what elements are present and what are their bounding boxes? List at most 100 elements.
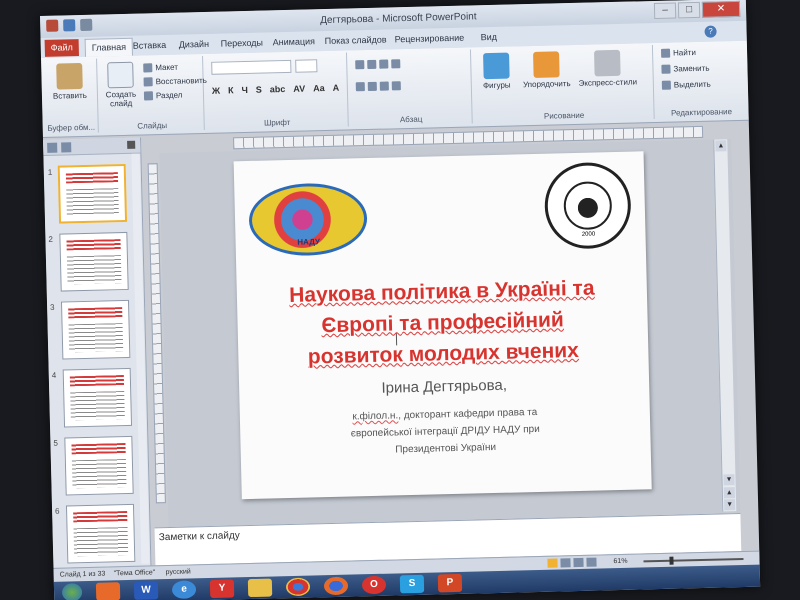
font-name-box[interactable] bbox=[211, 59, 292, 75]
tab-design[interactable]: Дизайн bbox=[179, 39, 210, 50]
shapes-button[interactable]: Фигуры bbox=[477, 52, 516, 90]
font-format-row: Ж К Ч S abc AV Aa A bbox=[212, 83, 340, 96]
reading-view-icon[interactable] bbox=[573, 557, 584, 568]
save-icon[interactable] bbox=[63, 19, 76, 32]
maximize-button[interactable]: □ bbox=[677, 1, 701, 19]
tab-file[interactable]: Файл bbox=[44, 39, 79, 57]
slide-thumbnail[interactable]: 2 bbox=[48, 231, 129, 292]
new-slide-button[interactable]: Создать слайд bbox=[101, 61, 140, 109]
new-slide-label: Создать слайд bbox=[105, 89, 137, 109]
yandex-icon[interactable]: Y bbox=[209, 579, 235, 599]
tab-review[interactable]: Рецензирование bbox=[395, 33, 465, 45]
zoom-level[interactable]: 61% bbox=[613, 558, 627, 565]
tab-animation[interactable]: Анимация bbox=[273, 36, 315, 47]
italic-button[interactable]: К bbox=[228, 85, 234, 95]
minimize-button[interactable]: – bbox=[653, 2, 677, 19]
close-panel-icon[interactable] bbox=[127, 140, 136, 149]
arrange-label: Упорядочить bbox=[522, 79, 571, 90]
new-slide-icon bbox=[107, 61, 134, 89]
select-icon bbox=[661, 80, 671, 90]
media-player-icon[interactable] bbox=[95, 582, 121, 600]
prev-slide-icon[interactable]: ▲ bbox=[723, 487, 735, 499]
group-label-editing: Редактирование bbox=[670, 107, 733, 118]
window-controls: – □ ✕ bbox=[653, 0, 741, 19]
word-icon[interactable]: W bbox=[133, 581, 159, 600]
font-color-button[interactable]: A bbox=[333, 83, 340, 93]
section-label: Раздел bbox=[155, 90, 183, 101]
ie-icon[interactable]: e bbox=[171, 580, 197, 599]
firefox-icon[interactable] bbox=[323, 576, 349, 596]
shadow-button[interactable]: S bbox=[256, 85, 262, 95]
tab-insert[interactable]: Вставка bbox=[133, 40, 167, 51]
slide-title[interactable]: Наукова політика в Україні та Європі та … bbox=[257, 272, 629, 374]
powerpoint-icon[interactable]: P bbox=[437, 573, 463, 593]
slide-author[interactable]: Ірина Дегтярьова, bbox=[239, 373, 649, 400]
opera-icon[interactable]: O bbox=[361, 575, 387, 595]
nadu-logo: НАДУ bbox=[248, 182, 368, 257]
undo-icon[interactable] bbox=[80, 18, 93, 32]
arrange-button[interactable]: Упорядочить bbox=[519, 51, 574, 89]
next-slide-icon[interactable]: ▼ bbox=[724, 499, 736, 511]
slide-thumbnail[interactable]: 5 bbox=[53, 435, 134, 496]
quick-styles-icon bbox=[594, 49, 621, 77]
bold-button[interactable]: Ж bbox=[212, 86, 220, 96]
bullets-button[interactable] bbox=[355, 59, 401, 70]
zoom-slider[interactable] bbox=[643, 556, 744, 565]
chrome-icon[interactable] bbox=[285, 577, 311, 597]
tab-home[interactable]: Главная bbox=[84, 37, 134, 57]
tab-view[interactable]: Вид bbox=[481, 32, 498, 42]
thumbnails-scrollbar[interactable] bbox=[131, 153, 150, 564]
seal-emblem bbox=[563, 181, 613, 231]
bullets-icon bbox=[355, 60, 365, 70]
current-slide[interactable]: НАДУ 2000 Наукова політика в Україні та … bbox=[233, 151, 652, 500]
quick-styles-button[interactable]: Экспресс-стили bbox=[577, 49, 638, 88]
explorer-icon[interactable] bbox=[247, 578, 273, 598]
binoculars-icon bbox=[660, 48, 671, 58]
quick-access-toolbar bbox=[46, 18, 93, 32]
strikethrough-button[interactable]: abc bbox=[270, 84, 286, 94]
help-icon[interactable]: ? bbox=[704, 25, 717, 38]
tab-transitions[interactable]: Переходы bbox=[221, 38, 263, 49]
replace-icon bbox=[661, 64, 671, 74]
slide-thumbnail[interactable]: 1 bbox=[48, 163, 128, 224]
reset-button[interactable]: Восстановить bbox=[143, 76, 207, 87]
replace-button[interactable]: Заменить bbox=[661, 64, 710, 74]
paste-button[interactable]: Вставить bbox=[49, 62, 90, 101]
slideshow-view-icon[interactable] bbox=[586, 557, 597, 567]
language-indicator[interactable]: русский bbox=[166, 568, 191, 576]
skype-icon[interactable]: S bbox=[399, 574, 425, 594]
select-label: Выделить bbox=[673, 79, 711, 90]
section-button[interactable]: Раздел bbox=[143, 90, 183, 101]
slide-thumbnail[interactable]: 4 bbox=[52, 367, 133, 428]
align-right-icon bbox=[379, 81, 389, 91]
scroll-up-icon[interactable]: ▲ bbox=[715, 140, 727, 152]
case-button[interactable]: Aa bbox=[313, 83, 325, 93]
sorter-view-icon[interactable] bbox=[560, 558, 571, 568]
zoom-slider-thumb[interactable] bbox=[669, 556, 674, 565]
align-buttons[interactable] bbox=[355, 81, 401, 92]
close-button[interactable]: ✕ bbox=[701, 0, 741, 18]
line-spacing-icon bbox=[391, 59, 401, 69]
group-label-font: Шрифт bbox=[263, 117, 291, 128]
slide-subtitle[interactable]: к.філол.н., докторант кафедри права та є… bbox=[280, 402, 611, 461]
start-button[interactable] bbox=[61, 583, 83, 600]
thumbnail-number: 6 bbox=[54, 506, 60, 516]
arrange-icon bbox=[533, 51, 560, 78]
slides-tab-icon[interactable] bbox=[47, 142, 58, 153]
font-size-box[interactable] bbox=[295, 59, 318, 73]
group-paragraph: Абзац bbox=[348, 49, 473, 127]
council-seal-logo: 2000 bbox=[543, 161, 632, 250]
slide-thumbnail[interactable]: 3 bbox=[50, 299, 131, 360]
powerpoint-app-icon[interactable] bbox=[46, 19, 59, 32]
layout-button[interactable]: Макет bbox=[143, 63, 178, 73]
scroll-down-icon[interactable]: ▼ bbox=[723, 474, 735, 486]
tab-slideshow[interactable]: Показ слайдов bbox=[325, 35, 387, 47]
underline-button[interactable]: Ч bbox=[241, 85, 248, 95]
outline-tab-icon[interactable] bbox=[61, 142, 72, 153]
group-label-drawing: Рисование bbox=[543, 110, 585, 121]
slide-thumbnail[interactable]: 6 bbox=[55, 503, 136, 564]
normal-view-icon[interactable] bbox=[547, 558, 558, 568]
spacing-button[interactable]: AV bbox=[293, 84, 305, 94]
find-button[interactable]: Найти bbox=[660, 48, 696, 58]
select-button[interactable]: Выделить bbox=[661, 79, 711, 90]
